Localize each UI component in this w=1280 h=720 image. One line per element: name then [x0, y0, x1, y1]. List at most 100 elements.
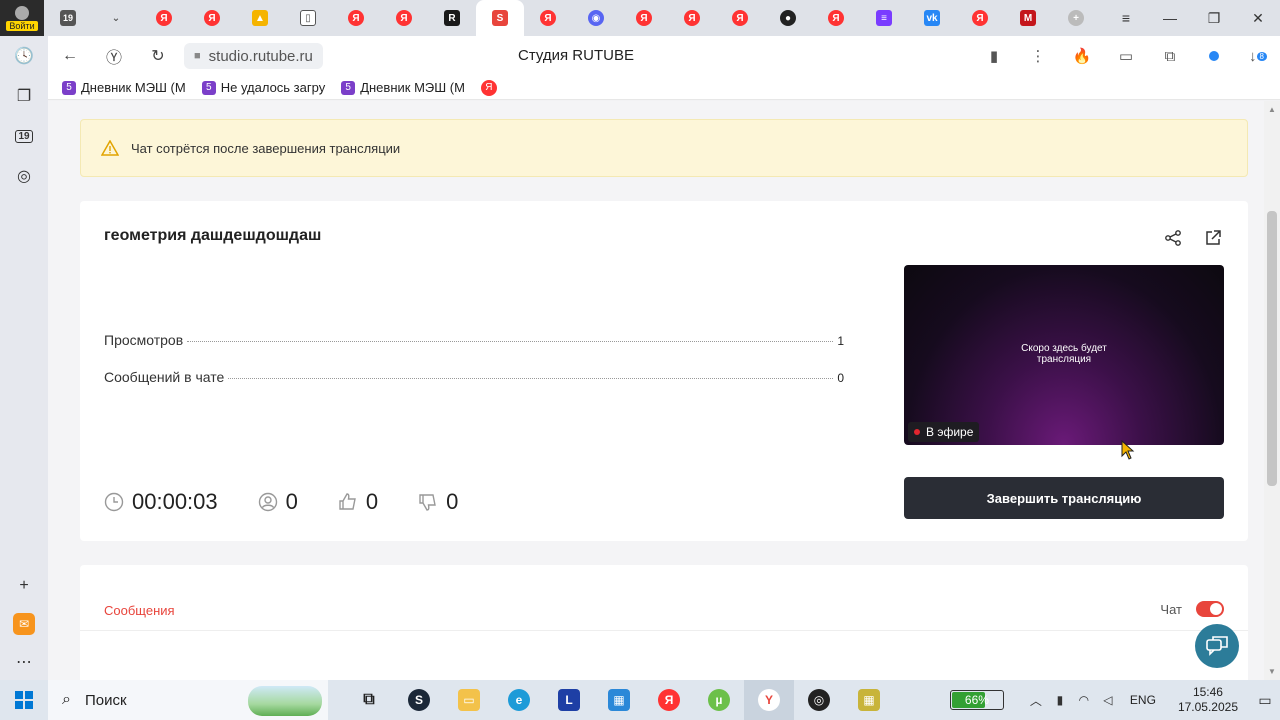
live-dot-icon: [914, 429, 920, 435]
page-scrollbar[interactable]: ▲ ▼: [1264, 101, 1280, 680]
browser-sidebar: 🕓 ❐ 19 ◎ + ✉ ⋯: [0, 36, 48, 680]
notifications-icon[interactable]: ▭: [1250, 692, 1280, 709]
battery-percent: 66%: [964, 693, 989, 707]
yandex-logo-icon[interactable]: Ⓨ: [92, 36, 136, 76]
dislikes-value: 0: [446, 489, 459, 514]
bookmark-item[interactable]: 5 Дневник МЭШ (М: [341, 80, 465, 95]
taskbar-apps: ⧉ S ▭ e L ▦ Я µ Y ◎ ▦: [344, 680, 894, 720]
tab-stripes-icon[interactable]: ≡: [860, 0, 908, 36]
usb-icon[interactable]: ▮: [1048, 693, 1072, 707]
scroll-thumb[interactable]: [1267, 211, 1277, 486]
menu-icon[interactable]: ≡: [1104, 0, 1148, 36]
reload-icon[interactable]: ↻: [136, 36, 180, 76]
add-panel-icon[interactable]: +: [0, 566, 48, 606]
tab-yandex-3[interactable]: Я: [332, 0, 380, 36]
tab-yandex-2[interactable]: Я: [188, 0, 236, 36]
taskbar-clock[interactable]: 15:46 17.05.2025: [1178, 685, 1238, 715]
screenshot-icon[interactable]: ◎: [0, 156, 48, 196]
tab-document-icon[interactable]: ▯: [284, 0, 332, 36]
chat-toggle: Чат: [1160, 601, 1224, 617]
open-external-icon[interactable]: [1202, 227, 1224, 249]
tab-yandex-7[interactable]: Я: [668, 0, 716, 36]
bookmark-yandex[interactable]: Я: [480, 79, 497, 96]
tab-list-icon[interactable]: ⌄: [92, 0, 140, 36]
back-arrow-icon[interactable]: ←: [48, 36, 92, 76]
stream-preview[interactable]: Скоро здесь будет трансляция В эфире: [904, 265, 1224, 445]
chat-switch[interactable]: [1196, 601, 1224, 617]
tab-image-icon[interactable]: ▲: [236, 0, 284, 36]
bookmark-icon[interactable]: ▮: [972, 36, 1016, 76]
fire-icon[interactable]: 🔥: [1060, 36, 1104, 76]
system-tray: 66% ︿ ▮ ◠ ◁ ENG 15:46 17.05.2025 ▭: [949, 680, 1280, 720]
chevron-up-icon[interactable]: ︿: [1024, 692, 1048, 709]
tab-counter[interactable]: 19: [44, 0, 92, 36]
tab-yandex-8[interactable]: Я: [716, 0, 764, 36]
tab-yandex-10[interactable]: Я: [956, 0, 1004, 36]
warning-triangle-icon: [101, 140, 119, 156]
bookmark-item[interactable]: 5 Дневник МЭШ (М: [62, 80, 186, 95]
login-button[interactable]: Войти: [0, 0, 44, 36]
tab-vk-icon[interactable]: vk: [908, 0, 956, 36]
tab-mail-icon[interactable]: M: [1004, 0, 1052, 36]
speaker-icon[interactable]: ◁: [1096, 693, 1120, 707]
viewers-value: 0: [285, 489, 298, 514]
language-indicator[interactable]: ENG: [1130, 693, 1156, 707]
steam-icon[interactable]: S: [394, 680, 444, 720]
tab-yandex-6[interactable]: Я: [620, 0, 668, 36]
viewer-icon: [258, 492, 278, 512]
minimize-icon[interactable]: —: [1148, 0, 1192, 36]
chat-toggle-label: Чат: [1160, 601, 1182, 617]
file-explorer-icon[interactable]: ▭: [444, 680, 494, 720]
restore-icon[interactable]: ❐: [1192, 0, 1236, 36]
wifi-icon[interactable]: ◠: [1072, 693, 1096, 707]
tab-yandex-5[interactable]: Я: [524, 0, 572, 36]
share-icon[interactable]: [1162, 227, 1184, 249]
kebab-menu-icon[interactable]: ⋮: [1016, 36, 1060, 76]
taskbar-search[interactable]: ⌕ Поиск: [48, 680, 328, 720]
edge-icon[interactable]: e: [494, 680, 544, 720]
profile-check-icon[interactable]: [1192, 36, 1236, 76]
mail-app-icon[interactable]: ✉: [0, 604, 48, 644]
stat-value: 1: [837, 334, 844, 348]
battery-indicator[interactable]: 66%: [949, 690, 1004, 710]
obs-icon[interactable]: ◎: [794, 680, 844, 720]
dislikes-counter: 0: [418, 489, 458, 515]
tab-discord-icon[interactable]: ◉: [572, 0, 620, 36]
collections-icon[interactable]: ❐: [0, 76, 48, 116]
bookmark-item[interactable]: 5 Не удалось загру: [201, 80, 325, 95]
likes-value: 0: [365, 489, 379, 514]
scroll-up-icon[interactable]: ▲: [1268, 105, 1276, 114]
task-view-icon[interactable]: ⧉: [344, 680, 394, 720]
tab-r-icon[interactable]: R: [428, 0, 476, 36]
tab-yandex-4[interactable]: Я: [380, 0, 428, 36]
tab-yandex-1[interactable]: Я: [140, 0, 188, 36]
yandex-browser-icon[interactable]: Y: [744, 680, 794, 720]
windows-taskbar: ⌕ Поиск ⧉ S ▭ e L ▦ Я µ Y ◎ ▦ 66% ︿ ▮ ◠ …: [0, 680, 1280, 720]
history-clock-icon[interactable]: 🕓: [0, 36, 48, 76]
windows-logo-icon: [15, 691, 33, 709]
dotted-leader: [187, 341, 834, 342]
yandex-taskbar-icon[interactable]: Я: [644, 680, 694, 720]
end-stream-button[interactable]: Завершить трансляцию: [904, 477, 1224, 519]
stat-label: Просмотров: [104, 332, 184, 348]
more-icon[interactable]: ⋯: [0, 642, 48, 682]
new-tab-button[interactable]: +: [1052, 0, 1100, 36]
tab-rutube-studio[interactable]: S: [476, 0, 524, 36]
start-button[interactable]: [0, 680, 48, 720]
battery-saver-icon[interactable]: ▭: [1104, 36, 1148, 76]
game-app-icon[interactable]: ▦: [844, 680, 894, 720]
scroll-down-icon[interactable]: ▼: [1268, 667, 1276, 676]
extensions-icon[interactable]: ⧉: [1148, 36, 1192, 76]
close-icon[interactable]: ✕: [1236, 0, 1280, 36]
url-field[interactable]: ■ studio.rutube.ru: [184, 43, 323, 69]
calendar-icon[interactable]: 19: [0, 116, 48, 156]
tab-github-icon[interactable]: ●: [764, 0, 812, 36]
tab-messages[interactable]: Сообщения: [104, 603, 175, 631]
l-app-icon[interactable]: L: [544, 680, 594, 720]
store-icon[interactable]: ▦: [594, 680, 644, 720]
tab-yandex-9[interactable]: Я: [812, 0, 860, 36]
support-chat-button[interactable]: [1195, 624, 1239, 668]
utorrent-icon[interactable]: µ: [694, 680, 744, 720]
downloads-icon[interactable]: ↓ 8: [1236, 36, 1280, 76]
search-placeholder: Поиск: [84, 691, 127, 709]
